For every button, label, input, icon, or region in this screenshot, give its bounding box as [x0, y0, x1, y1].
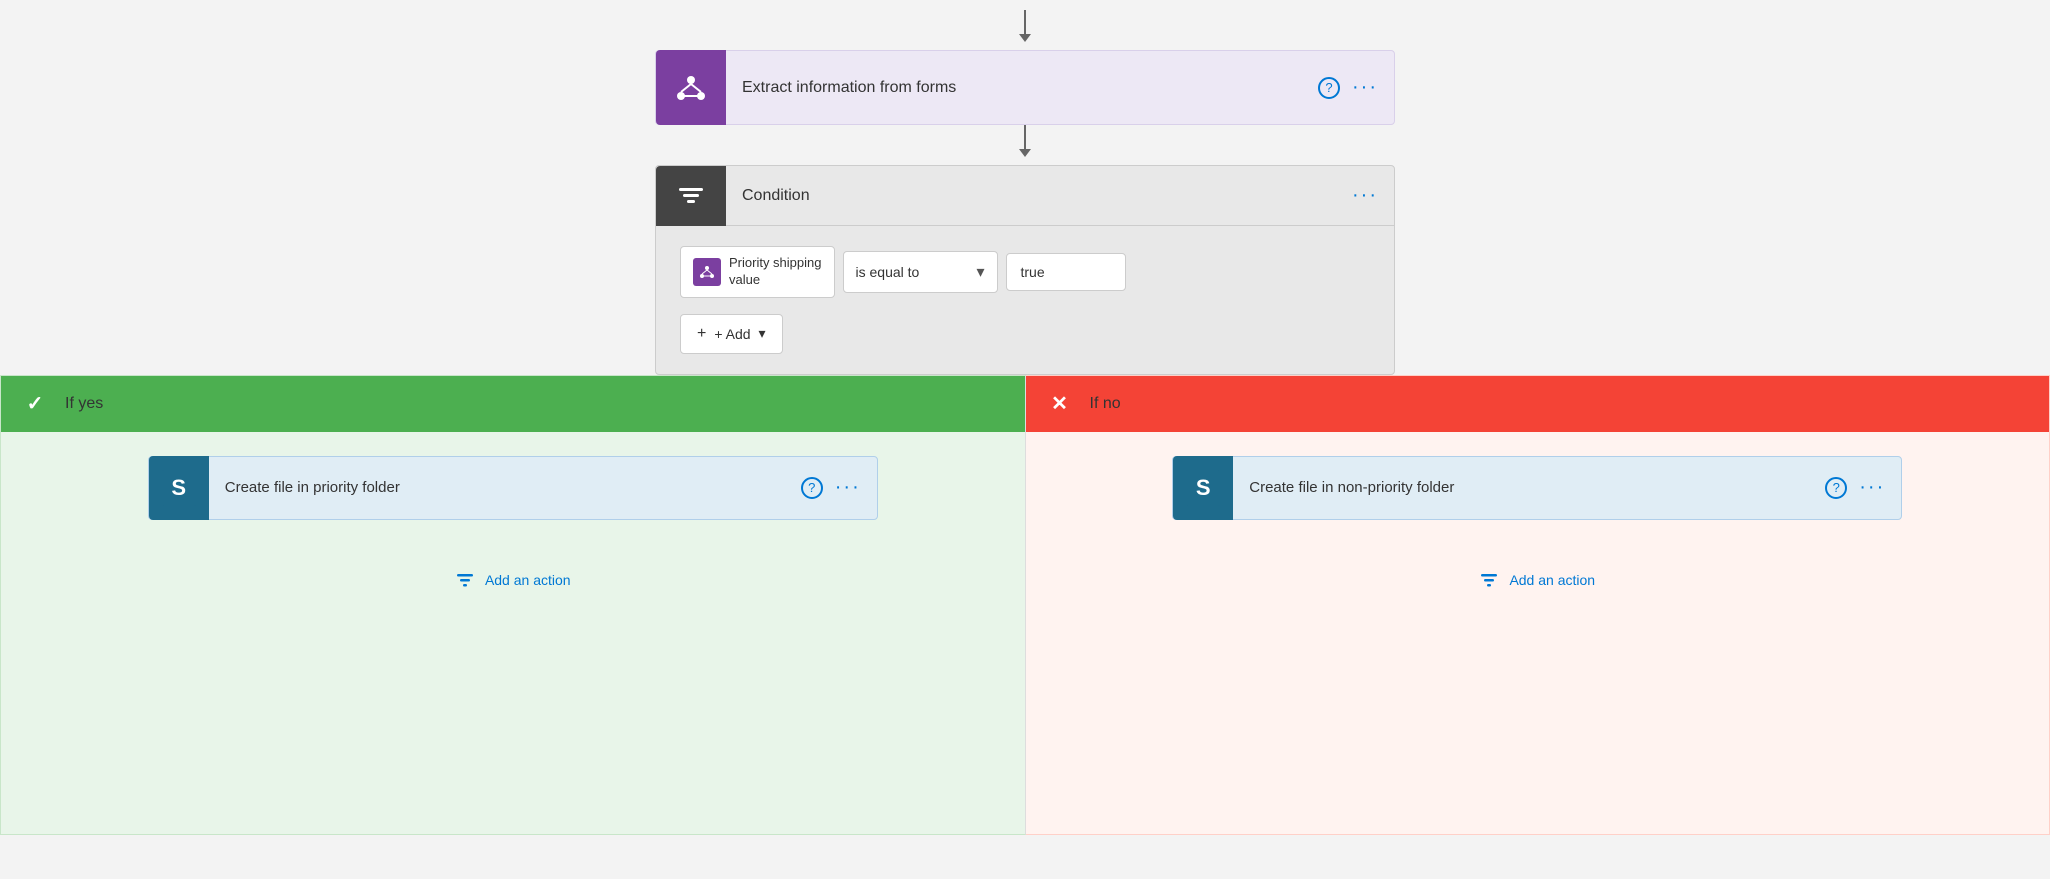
extract-more-button[interactable]: ···	[1352, 76, 1378, 99]
condition-block: Condition ···	[655, 165, 1395, 375]
sharepoint-nonpriority-icon: S	[1185, 470, 1221, 506]
condition-block-actions: ···	[1352, 184, 1394, 207]
condition-body: Priority shipping value is equal to ▾ tr…	[656, 226, 1394, 374]
no-x-icon: ✕	[1042, 386, 1078, 422]
nonpriority-action-icon-wrap: S	[1173, 456, 1233, 520]
add-chevron-icon: ▾	[759, 325, 766, 342]
top-connector-arrow	[1019, 10, 1031, 50]
nonpriority-action-buttons: ? ···	[1825, 476, 1901, 499]
priority-action-icon-wrap: S	[149, 456, 209, 520]
yes-check-icon: ✓	[17, 386, 53, 422]
operator-label: is equal to	[856, 264, 969, 280]
if-no-header: ✕ If no	[1026, 376, 2050, 432]
if-yes-section: ✓ If yes S Create file in priority folde…	[0, 375, 1026, 835]
extract-title: Extract information from forms	[726, 79, 1318, 97]
condition-value-input[interactable]: true	[1006, 253, 1126, 291]
priority-action-buttons: ? ···	[801, 476, 877, 499]
canvas: Extract information from forms ? ···	[0, 0, 2050, 879]
if-yes-add-action-button[interactable]: Add an action	[435, 560, 591, 600]
plus-icon: +	[697, 325, 706, 343]
priority-chip-icon	[693, 258, 721, 286]
if-yes-header: ✓ If yes	[1, 376, 1025, 432]
create-nonpriority-action: S Create file in non-priority folder ? ·…	[1172, 456, 1902, 520]
if-yes-label: If yes	[65, 395, 103, 413]
create-priority-action: S Create file in priority folder ? ···	[148, 456, 878, 520]
priority-chip-text: Priority shipping value	[729, 255, 822, 289]
top-section: Extract information from forms ? ···	[0, 0, 2050, 375]
condition-icon	[675, 180, 707, 212]
mid-connector-arrow	[1019, 125, 1031, 165]
nonpriority-action-more-button[interactable]: ···	[1859, 476, 1885, 499]
priority-chip[interactable]: Priority shipping value	[680, 246, 835, 298]
priority-action-title: Create file in priority folder	[209, 479, 801, 496]
condition-icon-wrap	[656, 166, 726, 226]
add-action-icon-yes	[455, 570, 475, 590]
add-action-icon-no	[1479, 570, 1499, 590]
priority-action-help-button[interactable]: ?	[801, 477, 823, 499]
if-no-add-action-label: Add an action	[1509, 572, 1595, 588]
split-section: ✓ If yes S Create file in priority folde…	[0, 375, 2050, 835]
priority-action-more-button[interactable]: ···	[835, 476, 861, 499]
if-no-body: S Create file in non-priority folder ? ·…	[1026, 432, 2050, 624]
condition-more-button[interactable]: ···	[1352, 184, 1378, 207]
if-no-label: If no	[1090, 395, 1121, 413]
condition-row: Priority shipping value is equal to ▾ tr…	[680, 246, 1370, 298]
add-label: + Add	[714, 326, 750, 342]
if-yes-add-action-label: Add an action	[485, 572, 571, 588]
if-no-section: ✕ If no S Create file in non-priority fo…	[1026, 375, 2050, 835]
operator-dropdown[interactable]: is equal to ▾	[843, 251, 998, 293]
if-yes-body: S Create file in priority folder ? ···	[1, 432, 1025, 624]
nonpriority-action-title: Create file in non-priority folder	[1233, 479, 1825, 496]
priority-network-icon	[698, 263, 716, 281]
condition-title: Condition	[726, 187, 1352, 205]
if-no-add-action-button[interactable]: Add an action	[1459, 560, 1615, 600]
network-icon	[673, 70, 709, 106]
condition-header: Condition ···	[656, 166, 1394, 226]
sharepoint-priority-icon: S	[161, 470, 197, 506]
extract-icon-wrap	[656, 50, 726, 125]
extract-help-button[interactable]: ?	[1318, 77, 1340, 99]
extract-block: Extract information from forms ? ···	[655, 50, 1395, 125]
nonpriority-action-help-button[interactable]: ?	[1825, 477, 1847, 499]
condition-add-button[interactable]: + + Add ▾	[680, 314, 783, 354]
extract-block-actions: ? ···	[1318, 76, 1394, 99]
operator-chevron: ▾	[976, 262, 984, 282]
